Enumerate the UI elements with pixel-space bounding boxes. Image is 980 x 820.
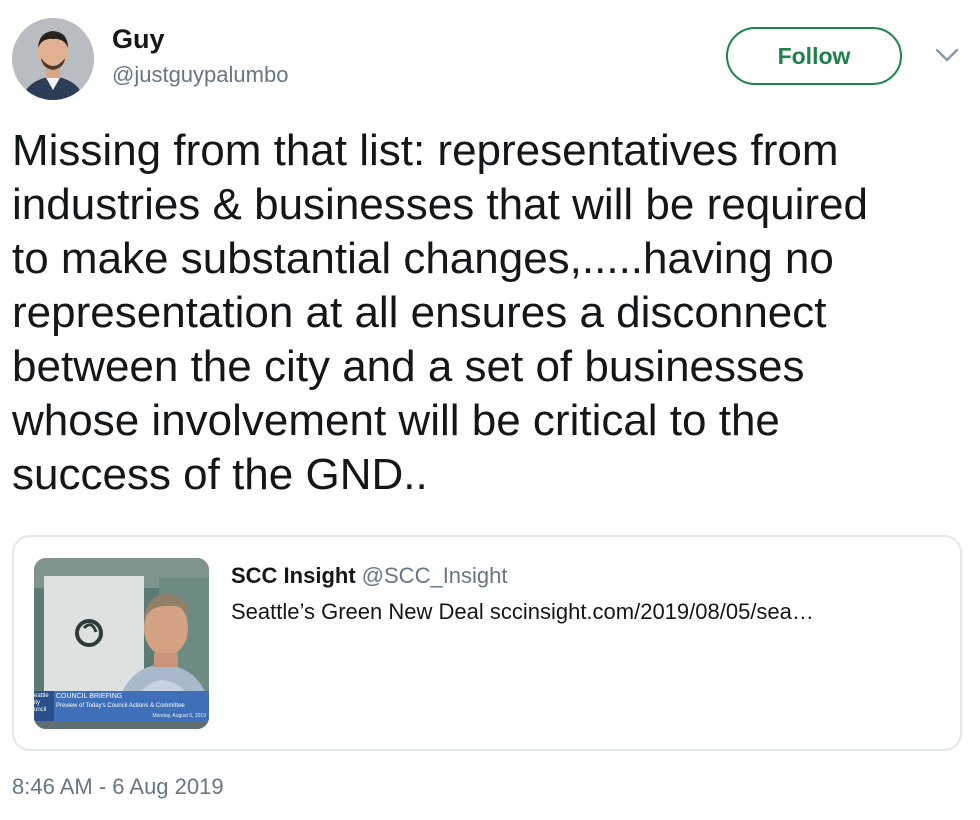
tweet-text: Missing from that list: representatives … xyxy=(12,126,869,499)
thumbnail-banner-title: COUNCIL BRIEFING xyxy=(56,693,123,700)
quoted-tweet-header: SCC Insight @SCC_Insight xyxy=(231,563,508,589)
tweet-timestamp[interactable]: 8:46 AM - 6 Aug 2019 xyxy=(12,774,224,800)
quoted-author-name: SCC Insight xyxy=(231,563,356,588)
quoted-tweet-card[interactable]: eattle ity uncil COUNCIL BRIEFING Previe… xyxy=(12,535,962,751)
thumbnail-banner-left: eattle ity uncil xyxy=(34,693,49,713)
profile-photo xyxy=(12,18,94,100)
follow-button[interactable]: Follow xyxy=(726,27,902,85)
chevron-down-icon[interactable] xyxy=(933,45,961,65)
thumbnail-banner-date: Monday, August 5, 2019 xyxy=(152,713,206,719)
quoted-author-handle: @SCC_Insight xyxy=(361,563,508,588)
author-handle[interactable]: @justguypalumbo xyxy=(112,62,288,88)
quoted-tweet-thumbnail: eattle ity uncil COUNCIL BRIEFING Previe… xyxy=(34,558,209,729)
author-avatar[interactable] xyxy=(12,18,94,100)
thumbnail-banner-subtitle: Preview of Today's Council Actions & Com… xyxy=(56,703,185,709)
author-display-name[interactable]: Guy xyxy=(112,24,165,55)
quoted-tweet-text: Seattle’s Green New Deal sccinsight.com/… xyxy=(231,599,814,624)
